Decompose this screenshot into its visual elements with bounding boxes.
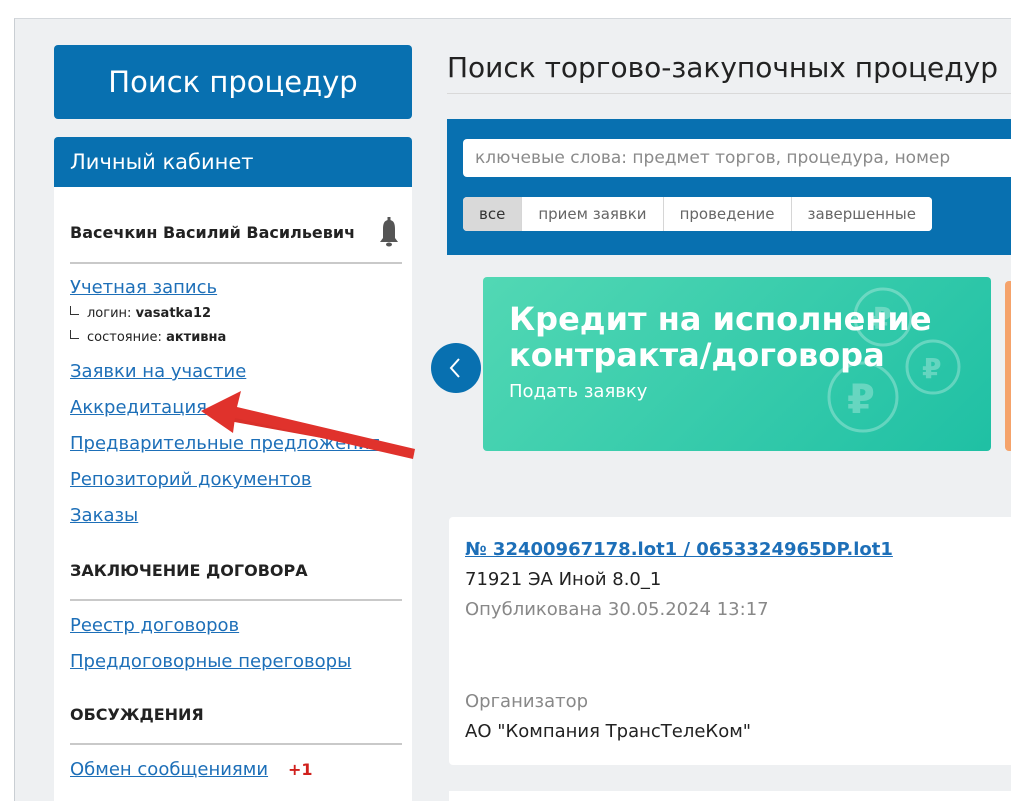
carousel-prev-button[interactable] [431, 343, 481, 393]
credit-banner[interactable]: ₽ ₽ ₽ Кредит на исполнение контракта/дог… [483, 277, 991, 451]
divider [70, 743, 402, 745]
page-title: Поиск торгово-закупочных процедур [447, 51, 998, 84]
organizer-name: АО "Компания ТрансТелеКом" [465, 721, 752, 742]
user-name: Васечкин Василий Васильевич [70, 222, 356, 242]
procedure-name: 71921 ЭА Иной 8.0_1 [465, 569, 662, 590]
search-panel: ключевые слова: предмет торгов, процедур… [447, 119, 1011, 255]
banner-title: Кредит на исполнение контракта/договора [509, 300, 932, 374]
sidebar-item-contract-registry[interactable]: Реестр договоров [70, 615, 239, 636]
user-row: Васечкин Василий Васильевич [70, 217, 400, 247]
sidebar-item-accreditation[interactable]: Аккредитация [70, 397, 207, 418]
search-input[interactable]: ключевые слова: предмет торгов, процедур… [463, 139, 1011, 177]
filter-all[interactable]: все [463, 197, 523, 231]
procedure-card-next [449, 791, 1011, 801]
filter-completed[interactable]: завершенные [791, 197, 932, 231]
svg-text:₽: ₽ [847, 377, 875, 423]
divider [70, 262, 402, 264]
personal-cabinet-panel: Васечкин Василий Васильевич Учетная запи… [54, 187, 412, 801]
procedure-number-link[interactable]: № 32400967178.lot1 / 0653324965DP.lot1 [465, 539, 893, 560]
procedure-published: Опубликована 30.05.2024 13:17 [465, 599, 769, 620]
sidebar-item-orders[interactable]: Заказы [70, 505, 138, 526]
sidebar-item-pre-contract-negotiations[interactable]: Преддоговорные переговоры [70, 651, 351, 672]
banner-apply-link[interactable]: Подать заявку [509, 381, 647, 402]
sidebar-item-preliminary-offers[interactable]: Предварительные предложения [70, 433, 381, 454]
status-filter-group: все прием заявки проведение завершенные [463, 197, 932, 231]
procedure-card: № 32400967178.lot1 / 0653324965DP.lot1 7… [449, 517, 1011, 765]
status-info: состояние: активна [70, 330, 226, 345]
organizer-label: Организатор [465, 691, 589, 712]
login-info: логин: vasatka12 [70, 306, 211, 321]
login-value: vasatka12 [135, 306, 212, 321]
account-link[interactable]: Учетная запись [70, 277, 217, 298]
messages-badge: +1 [288, 760, 313, 779]
filter-accepting-applications[interactable]: прием заявки [522, 197, 664, 231]
sidebar-item-applications[interactable]: Заявки на участие [70, 361, 246, 382]
chevron-left-icon [449, 358, 460, 378]
title-divider [447, 93, 1011, 94]
bell-icon[interactable] [378, 217, 400, 247]
search-procedures-button[interactable]: Поиск процедур [54, 45, 412, 119]
personal-cabinet-header: Личный кабинет [54, 137, 412, 187]
status-value: активна [166, 330, 227, 345]
section-title-contract: ЗАКЛЮЧЕНИЕ ДОГОВОРА [70, 561, 308, 580]
sidebar-item-messages[interactable]: Обмен сообщениями [70, 759, 268, 780]
next-banner-peek[interactable] [1005, 281, 1011, 451]
sidebar-item-document-repository[interactable]: Репозиторий документов [70, 469, 312, 490]
filter-in-progress[interactable]: проведение [663, 197, 792, 231]
divider [70, 599, 402, 601]
page-frame: Поиск процедур Личный кабинет Васечкин В… [14, 18, 1011, 801]
section-title-discussions: ОБСУЖДЕНИЯ [70, 705, 204, 724]
